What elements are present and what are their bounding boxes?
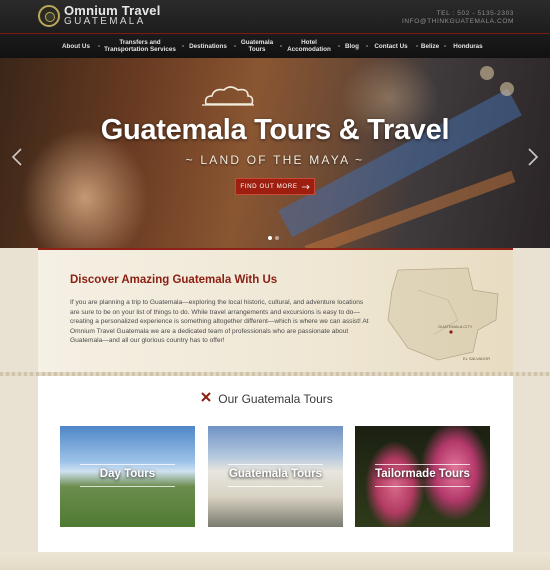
nav-separator [98, 45, 100, 47]
guatemala-map-illustration: GUATEMALA CITY EL SALVADOR [387, 267, 499, 361]
tours-section: Our Guatemala Tours Day Tours Guatemala … [38, 376, 513, 552]
intro-section: GUATEMALA CITY EL SALVADOR Discover Amaz… [38, 248, 513, 374]
map-label-guatemala-city: GUATEMALA CITY [438, 324, 473, 329]
email-address[interactable]: INFO@THINKGUATEMALA.COM [402, 18, 514, 25]
nav-separator [338, 45, 340, 47]
card-divider [375, 486, 470, 487]
nav-item-blog[interactable]: Blog [342, 34, 362, 58]
find-out-more-button[interactable]: FIND OUT MORE [235, 178, 315, 195]
nav-separator [234, 45, 236, 47]
card-divider [228, 464, 323, 465]
slider-dot-2[interactable] [275, 236, 279, 240]
map-label-el-salvador: EL SALVADOR [463, 356, 490, 361]
nav-item-contact-us[interactable]: Contact Us [370, 34, 412, 58]
nav-separator [280, 45, 282, 47]
arrow-right-icon [301, 184, 310, 189]
nav-item-transfers[interactable]: Transfers and Transportation Services [102, 34, 178, 58]
page-footer-edge [0, 552, 550, 570]
hero-slider: Guatemala Tours & Travel ~ LAND OF THE M… [0, 58, 550, 248]
nav-item-destinations[interactable]: Destinations [186, 34, 230, 58]
tour-card-guatemala-tours[interactable]: Guatemala Tours [208, 426, 343, 527]
nav-separator [366, 45, 368, 47]
main-nav: About Us Transfers and Transportation Se… [0, 33, 550, 59]
nav-separator [182, 45, 184, 47]
logo-icon[interactable] [38, 5, 60, 27]
tour-card-day-tours[interactable]: Day Tours [60, 426, 195, 527]
hero-subtitle: ~ LAND OF THE MAYA ~ [185, 153, 365, 167]
nav-separator [444, 45, 446, 47]
slider-prev-icon[interactable] [10, 148, 24, 166]
card-divider [228, 486, 323, 487]
find-out-more-label: FIND OUT MORE [240, 183, 298, 190]
tour-card-tailormade-tours[interactable]: Tailormade Tours [355, 426, 490, 527]
hero-backdrop [480, 66, 494, 80]
slider-pagination [268, 236, 279, 240]
cloud-icon [202, 86, 254, 106]
nav-item-guatemala-tours[interactable]: Guatemala Tours [238, 34, 276, 58]
tour-card-label: Tailormade Tours [375, 468, 470, 480]
tours-title: Our Guatemala Tours [218, 392, 333, 406]
tour-card-label: Day Tours [99, 468, 156, 480]
card-divider [375, 464, 470, 465]
nav-item-belize[interactable]: Belize [420, 34, 440, 58]
slider-next-icon[interactable] [526, 148, 540, 166]
card-divider [80, 464, 175, 465]
brand-subname[interactable]: GUATEMALA [64, 16, 146, 27]
slider-dot-1[interactable] [268, 236, 272, 240]
top-header: Omnium Travel GUATEMALA TEL : 502 - 5135… [0, 0, 550, 33]
intro-title: Discover Amazing Guatemala With Us [70, 274, 278, 286]
hero-backdrop [500, 82, 514, 96]
intro-text: If you are planning a trip to Guatemala—… [70, 299, 369, 345]
nav-item-about-us[interactable]: About Us [58, 34, 94, 58]
nav-separator [416, 45, 418, 47]
hero-title: Guatemala Tours & Travel [100, 114, 450, 146]
tour-card-label: Guatemala Tours [228, 468, 323, 480]
phone-number: TEL : 502 - 5135-2303 [436, 10, 514, 17]
nav-item-honduras[interactable]: Honduras [448, 34, 488, 58]
card-divider [80, 486, 175, 487]
nav-item-hotel-accomodation[interactable]: Hotel Accomodation [284, 34, 334, 58]
